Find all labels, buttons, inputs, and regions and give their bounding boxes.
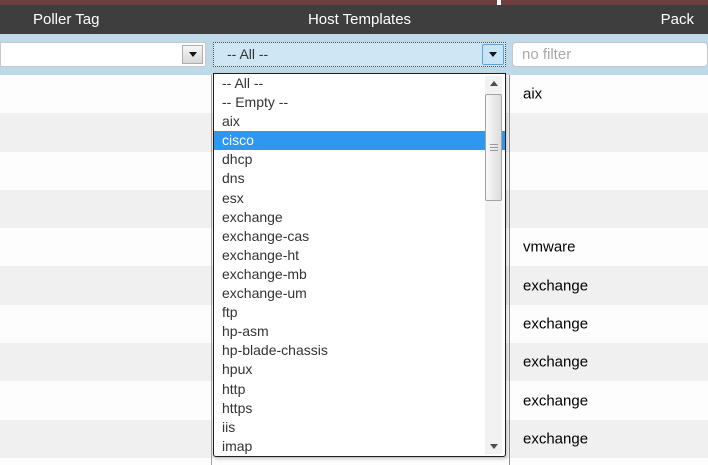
dropdown-option[interactable]: esx: [214, 189, 505, 208]
dropdown-option[interactable]: hpux: [214, 360, 505, 379]
table-header: Poller Tag Host Templates Pack: [0, 5, 708, 34]
chevron-down-icon: [489, 52, 497, 57]
column-separator: [509, 75, 510, 465]
screen: Poller Tag Host Templates Pack aix vmwar…: [0, 0, 708, 465]
poller-select-arrow-button[interactable]: [182, 45, 203, 64]
pack-cell: exchange: [523, 354, 588, 371]
dropdown-option[interactable]: dhcp: [214, 150, 505, 169]
dropdown-option[interactable]: http: [214, 380, 505, 399]
dropdown-option[interactable]: hp-asm: [214, 322, 505, 341]
dropdown-option[interactable]: ftp: [214, 303, 505, 322]
host-select-arrow-button[interactable]: [482, 44, 504, 65]
scroll-down-button[interactable]: [485, 439, 502, 454]
pack-cell: aix: [523, 86, 542, 103]
dropdown-option[interactable]: https: [214, 399, 505, 418]
dropdown-option[interactable]: dns: [214, 169, 505, 188]
dropdown-option[interactable]: cisco: [214, 131, 505, 150]
scrollbar-grip-icon: [490, 144, 498, 152]
dropdown-options: -- All ---- Empty --aixciscodhcpdnsesxex…: [214, 74, 505, 456]
dropdown-option[interactable]: exchange-um: [214, 284, 505, 303]
header-column-host-templates[interactable]: Host Templates: [213, 5, 506, 34]
host-templates-select-value: -- All --: [227, 43, 268, 66]
dropdown-option[interactable]: hp-blade-chassis: [214, 341, 505, 360]
triangle-down-icon: [490, 444, 498, 449]
dropdown-option[interactable]: exchange: [214, 208, 505, 227]
dropdown-option[interactable]: exchange-ht: [214, 246, 505, 265]
host-templates-dropdown-list: -- All ---- Empty --aixciscodhcpdnsesxex…: [213, 73, 506, 457]
poller-tag-filter-select[interactable]: [0, 42, 206, 67]
scroll-up-button[interactable]: [485, 76, 502, 91]
host-templates-filter-select[interactable]: -- All --: [213, 42, 506, 67]
dropdown-option[interactable]: imap: [214, 437, 505, 456]
pack-filter-input[interactable]: [512, 42, 708, 67]
dropdown-option[interactable]: aix: [214, 112, 505, 131]
dropdown-option[interactable]: -- All --: [214, 74, 505, 93]
pack-cell: exchange: [523, 315, 588, 332]
dropdown-scrollbar[interactable]: [485, 76, 502, 454]
pack-cell: exchange: [523, 392, 588, 409]
chevron-down-icon: [189, 52, 197, 57]
pack-cell: exchange: [523, 277, 588, 294]
pack-cell: vmware: [523, 239, 576, 256]
column-separator: [211, 75, 212, 465]
pack-cell: exchange: [523, 430, 588, 447]
dropdown-option[interactable]: exchange-mb: [214, 265, 505, 284]
dropdown-option[interactable]: -- Empty --: [214, 93, 505, 112]
dropdown-option[interactable]: exchange-cas: [214, 227, 505, 246]
header-column-pack[interactable]: Pack: [661, 5, 694, 34]
header-column-poller-tag[interactable]: Poller Tag: [33, 5, 99, 34]
scrollbar-thumb[interactable]: [485, 94, 502, 201]
dropdown-option[interactable]: iis: [214, 418, 505, 437]
triangle-up-icon: [490, 81, 498, 86]
